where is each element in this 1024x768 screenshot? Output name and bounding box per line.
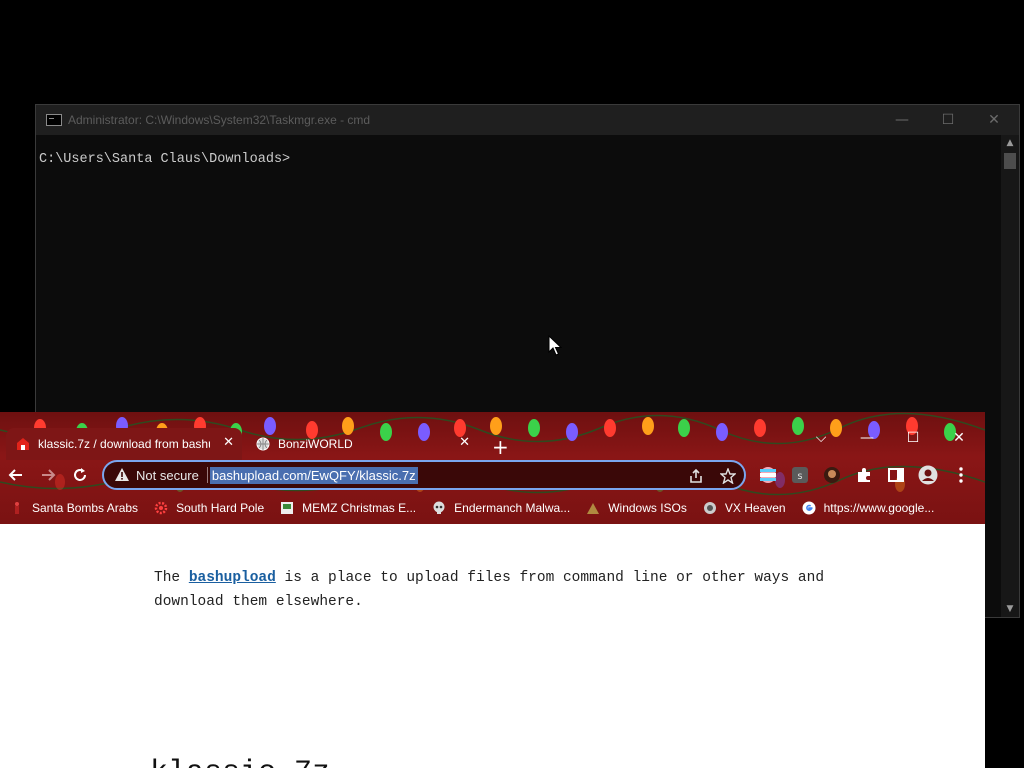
reload-icon[interactable] xyxy=(68,463,92,487)
figure-icon xyxy=(15,502,19,514)
tab-title: klassic.7z / download from bashu xyxy=(38,437,210,451)
bookmark-label: https://www.google... xyxy=(823,501,935,515)
scroll-down-icon[interactable]: ▼ xyxy=(1001,601,1019,617)
more-menu-icon[interactable] xyxy=(952,466,970,484)
cmd-app-icon xyxy=(46,114,62,126)
mouse-cursor-icon xyxy=(548,335,562,356)
browser-frame: klassic.7z / download from bashu ✕ Bonzi… xyxy=(0,412,985,524)
new-tab-button[interactable]: + xyxy=(492,435,509,459)
globe-icon xyxy=(256,437,270,451)
puzzle-extensions-icon[interactable] xyxy=(855,466,873,484)
bookmark-label: VX Heaven xyxy=(724,501,786,515)
tab-klassic[interactable]: klassic.7z / download from bashu ✕ xyxy=(6,428,242,460)
bookmark-label: MEMZ Christmas E... xyxy=(302,501,417,515)
omnibox-divider xyxy=(206,467,208,483)
google-icon xyxy=(802,501,816,515)
browser-close-button[interactable]: ✕ xyxy=(936,424,982,452)
address-bar[interactable]: Not secure bashupload.com/EwQFY/klassic.… xyxy=(102,460,746,490)
not-secure-label[interactable]: Not secure xyxy=(136,468,199,483)
bookmark-endermanch-malware[interactable]: Endermanch Malwa... xyxy=(432,501,570,515)
bookmark-label: Endermanch Malwa... xyxy=(454,501,571,515)
svg-text:s: s xyxy=(797,471,802,482)
profile-avatar-icon[interactable] xyxy=(918,465,938,485)
bookmark-label: Santa Bombs Arabs xyxy=(32,501,139,515)
browser-toolbar: Not secure bashupload.com/EwQFY/klassic.… xyxy=(0,458,985,492)
cmd-close-button[interactable]: ✕ xyxy=(971,105,1017,135)
web-page: The bashupload is a place to upload file… xyxy=(0,524,983,768)
cmd-title: Administrator: C:\Windows\System32\Taskm… xyxy=(68,113,371,127)
bookmark-windows-isos[interactable]: Windows ISOs xyxy=(586,501,687,515)
warning-triangle-icon[interactable] xyxy=(114,467,130,483)
pile-icon xyxy=(587,503,600,514)
bashupload-link[interactable]: bashupload xyxy=(189,570,276,586)
url-text[interactable]: bashupload.com/EwQFY/klassic.7z xyxy=(209,466,418,484)
side-panel-icon[interactable] xyxy=(887,466,905,484)
back-arrow-icon[interactable] xyxy=(4,463,28,487)
tab-title: BonziWORLD xyxy=(278,437,353,451)
bookmark-label: Windows ISOs xyxy=(608,501,687,515)
share-icon[interactable] xyxy=(688,468,704,484)
bookmark-memz-christmas[interactable]: MEMZ Christmas E... xyxy=(280,501,416,515)
avatar-extension-icon[interactable] xyxy=(823,466,841,484)
forward-arrow-icon[interactable] xyxy=(36,463,60,487)
bookmark-vx-heaven[interactable]: VX Heaven xyxy=(703,501,786,515)
cmd-maximize-button[interactable]: ☐ xyxy=(925,105,971,135)
cmd-scrollbar[interactable]: ▲ ▼ xyxy=(1001,135,1019,617)
tab-strip: klassic.7z / download from bashu ✕ Bonzi… xyxy=(0,422,985,462)
tab-bonziworld[interactable]: BonziWORLD ✕ xyxy=(248,428,478,460)
browser-minimize-button[interactable]: — xyxy=(844,424,890,452)
cmd-minimize-button[interactable]: — xyxy=(879,105,925,135)
intro-text-start: The xyxy=(154,570,189,586)
bookmark-google[interactable]: https://www.google... xyxy=(802,501,935,515)
bookmark-santa-bombs-arabs[interactable]: Santa Bombs Arabs xyxy=(10,501,138,515)
bookmarks-bar: Santa Bombs Arabs South Hard Pole MEMZ C… xyxy=(0,494,985,522)
bashupload-favicon-icon xyxy=(17,438,29,450)
bookmark-label: South Hard Pole xyxy=(176,501,265,515)
browser-maximize-button[interactable]: ☐ xyxy=(890,424,936,452)
vx-icon xyxy=(703,502,716,514)
intro-paragraph: The bashupload is a place to upload file… xyxy=(154,566,834,614)
tab-close-icon[interactable]: ✕ xyxy=(459,435,470,450)
cmd-titlebar[interactable]: Administrator: C:\Windows\System32\Taskm… xyxy=(36,105,1019,135)
cmd-prompt: C:\Users\Santa Claus\Downloads> xyxy=(39,152,291,167)
bookmark-south-hard-pole[interactable]: South Hard Pole xyxy=(154,501,264,515)
s-extension-icon[interactable]: s xyxy=(791,466,809,484)
scroll-up-icon[interactable]: ▲ xyxy=(1001,135,1019,151)
tab-search-dropdown-button[interactable]: ⌵ xyxy=(798,424,844,452)
memz-icon xyxy=(281,502,294,514)
red-gear-icon xyxy=(154,501,168,515)
skull-icon xyxy=(433,501,445,514)
tab-close-icon[interactable]: ✕ xyxy=(223,435,234,450)
file-name-heading: klassic.7z xyxy=(150,756,330,768)
browser-window: klassic.7z / download from bashu ✕ Bonzi… xyxy=(0,412,985,768)
bookmark-star-icon[interactable] xyxy=(720,468,736,484)
scroll-thumb[interactable] xyxy=(1004,153,1016,169)
flag-extension-icon[interactable] xyxy=(759,466,777,484)
